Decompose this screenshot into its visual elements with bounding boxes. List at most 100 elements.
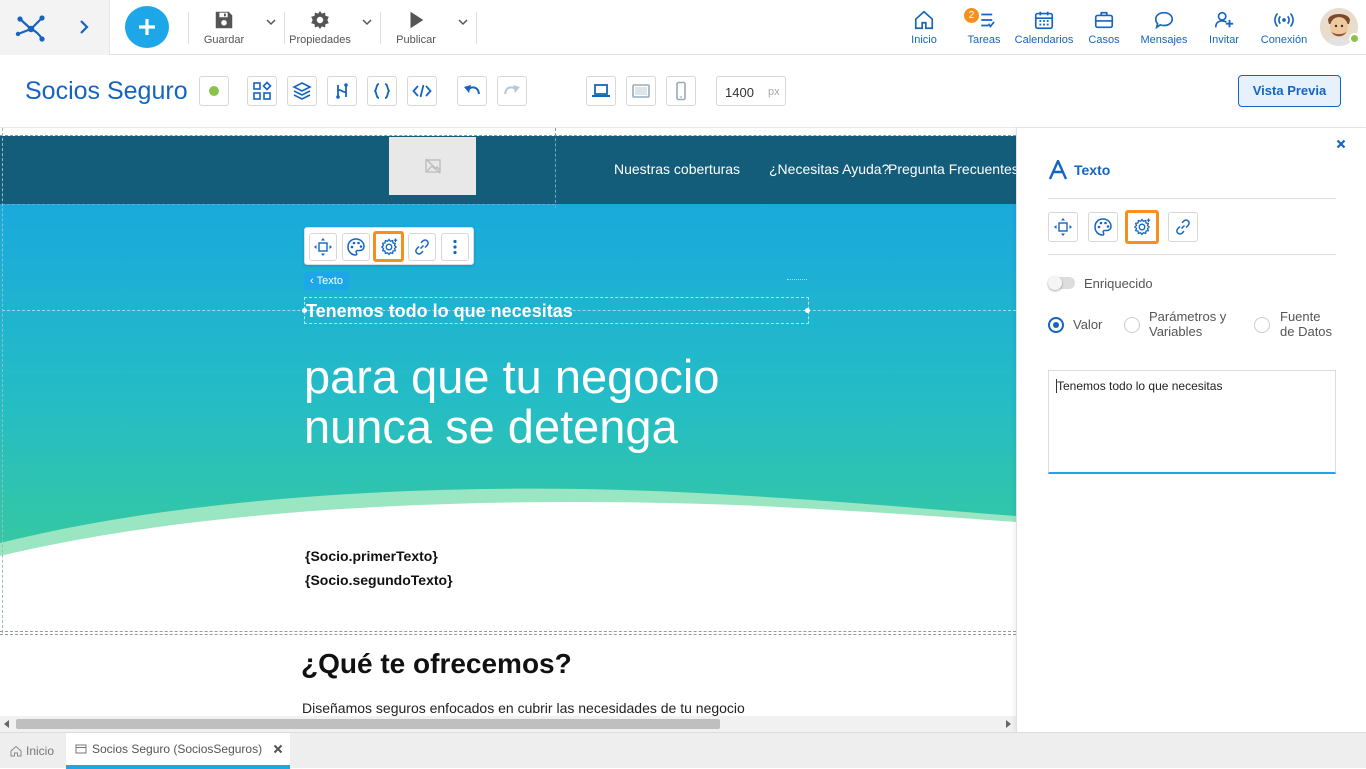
- nav-invite[interactable]: Invitar: [1202, 0, 1246, 55]
- tasks-badge: 2: [964, 8, 979, 23]
- element-settings-button[interactable]: [373, 231, 404, 262]
- radio-params[interactable]: [1124, 317, 1140, 333]
- components-icon: [253, 81, 272, 100]
- tablet-view-button[interactable]: [626, 76, 656, 106]
- hero-title-line-1[interactable]: para que tu negocio: [304, 352, 720, 402]
- redo-button[interactable]: [497, 76, 527, 106]
- panel-settings-button[interactable]: [1125, 210, 1159, 244]
- selected-text-element[interactable]: Tenemos todo lo que necesitas: [302, 297, 810, 324]
- element-more-button[interactable]: [441, 233, 469, 261]
- variable-text-2[interactable]: {Socio.segundoTexto}: [305, 572, 453, 588]
- element-move-button[interactable]: [309, 233, 337, 261]
- settings-gear-icon: [1133, 218, 1151, 236]
- guide-line: [555, 128, 556, 208]
- selection-handle-left[interactable]: [302, 308, 307, 313]
- routes-button[interactable]: [327, 76, 357, 106]
- radio-params-label-line2: Variables: [1149, 324, 1203, 339]
- scroll-right-arrow-icon[interactable]: [1004, 720, 1012, 728]
- play-icon: [410, 11, 424, 29]
- move-arrows-icon: [1054, 218, 1072, 236]
- nav-calendars-label: Calendarios: [1014, 34, 1074, 46]
- properties-button[interactable]: Propiedades: [288, 0, 352, 55]
- text-value-field[interactable]: Tenemos todo lo que necesitas: [1048, 370, 1336, 474]
- properties-options-chevron-icon[interactable]: [361, 16, 373, 28]
- braces-button[interactable]: [367, 76, 397, 106]
- element-link-button[interactable]: [408, 233, 436, 261]
- element-style-button[interactable]: [342, 233, 370, 261]
- enriched-label: Enriquecido: [1084, 276, 1153, 291]
- nav-calendars[interactable]: Calendarios: [1012, 0, 1076, 55]
- publish-label: Publicar: [396, 34, 436, 46]
- radio-value[interactable]: [1048, 317, 1064, 333]
- divider: [284, 12, 285, 44]
- width-unit: px: [768, 86, 780, 98]
- radio-value-label: Valor: [1073, 317, 1103, 332]
- move-arrows-icon: [314, 238, 332, 256]
- logo-cell: [0, 0, 110, 55]
- radio-datasource-label-line2: de Datos: [1280, 324, 1333, 339]
- mobile-view-button[interactable]: [666, 76, 696, 106]
- panel-link-button[interactable]: [1168, 212, 1198, 242]
- tab-home-label: Inicio: [25, 744, 54, 758]
- close-tab-icon[interactable]: [273, 744, 283, 754]
- radio-datasource-label-line1: Fuente: [1280, 309, 1321, 324]
- section-title[interactable]: ¿Qué te ofrecemos?: [301, 648, 572, 680]
- desktop-view-button[interactable]: [586, 76, 616, 106]
- redo-icon: [504, 85, 520, 95]
- design-canvas[interactable]: Nuestras coberturas ¿Necesitas Ayuda? Pr…: [0, 128, 1016, 716]
- panel-style-button[interactable]: [1088, 212, 1118, 242]
- logo-placeholder[interactable]: [389, 137, 476, 195]
- scroll-left-arrow-icon[interactable]: [3, 720, 11, 728]
- nav-tasks-label: Tareas: [967, 34, 1001, 46]
- guide-line: [2, 128, 3, 633]
- close-icon[interactable]: [1336, 139, 1346, 149]
- section-text[interactable]: Diseñamos seguros enfocados en cubrir la…: [302, 700, 745, 716]
- nav-connection[interactable]: Conexión: [1256, 0, 1312, 55]
- route-icon: [336, 83, 348, 99]
- connection-icon: [1274, 13, 1294, 27]
- nav-link-coverages[interactable]: Nuestras coberturas: [614, 161, 740, 177]
- briefcase-icon: [1094, 11, 1114, 29]
- publish-options-chevron-icon[interactable]: [457, 16, 469, 28]
- preview-button[interactable]: Vista Previa: [1238, 75, 1341, 107]
- scrollbar-thumb[interactable]: [16, 719, 720, 729]
- app-logo-icon[interactable]: [14, 12, 48, 42]
- home-icon: [10, 745, 22, 757]
- radio-datasource[interactable]: [1254, 317, 1270, 333]
- nav-link-help[interactable]: ¿Necesitas Ayuda?: [769, 161, 889, 177]
- element-size-hint: [787, 279, 807, 285]
- add-button[interactable]: [125, 6, 169, 48]
- tab-socios-seguro[interactable]: Socios Seguro (SociosSeguros): [66, 733, 290, 769]
- width-field[interactable]: 1400 px: [716, 76, 786, 106]
- element-type-tag[interactable]: ‹ Texto: [304, 272, 349, 290]
- nav-cases[interactable]: Casos: [1084, 0, 1124, 55]
- horizontal-scrollbar[interactable]: [0, 716, 1016, 732]
- radio-params-label-line1: Parámetros y: [1149, 309, 1227, 324]
- tab-home[interactable]: Inicio: [0, 733, 64, 769]
- expand-chevron-icon[interactable]: [77, 19, 91, 35]
- undo-button[interactable]: [457, 76, 487, 106]
- nav-link-faq[interactable]: Pregunta Frecuentes: [888, 161, 1016, 177]
- code-button[interactable]: [407, 76, 437, 106]
- save-options-chevron-icon[interactable]: [265, 16, 277, 28]
- publish-button[interactable]: Publicar: [392, 0, 440, 55]
- nav-messages[interactable]: Mensajes: [1136, 0, 1192, 55]
- divider: [380, 12, 381, 44]
- save-label: Guardar: [203, 34, 245, 46]
- save-button[interactable]: Guardar: [200, 0, 248, 55]
- text-type-icon: [1048, 160, 1068, 180]
- add-user-icon: [1214, 11, 1234, 28]
- layers-button[interactable]: [287, 76, 317, 106]
- status-button[interactable]: [199, 76, 229, 106]
- variable-text-1[interactable]: {Socio.primerTexto}: [305, 548, 438, 564]
- panel-move-button[interactable]: [1048, 212, 1078, 242]
- undo-icon: [464, 85, 480, 95]
- radio-datasource-label: Fuente de Datos: [1280, 309, 1332, 339]
- back-chevron-icon: ‹: [310, 275, 314, 287]
- nav-home[interactable]: Inicio: [904, 0, 944, 55]
- calendar-icon: [1034, 11, 1054, 30]
- components-button[interactable]: [247, 76, 277, 106]
- hero-title-line-2[interactable]: nunca se detenga: [304, 402, 678, 452]
- enriched-toggle[interactable]: [1048, 276, 1075, 290]
- selection-handle-right[interactable]: [805, 308, 810, 313]
